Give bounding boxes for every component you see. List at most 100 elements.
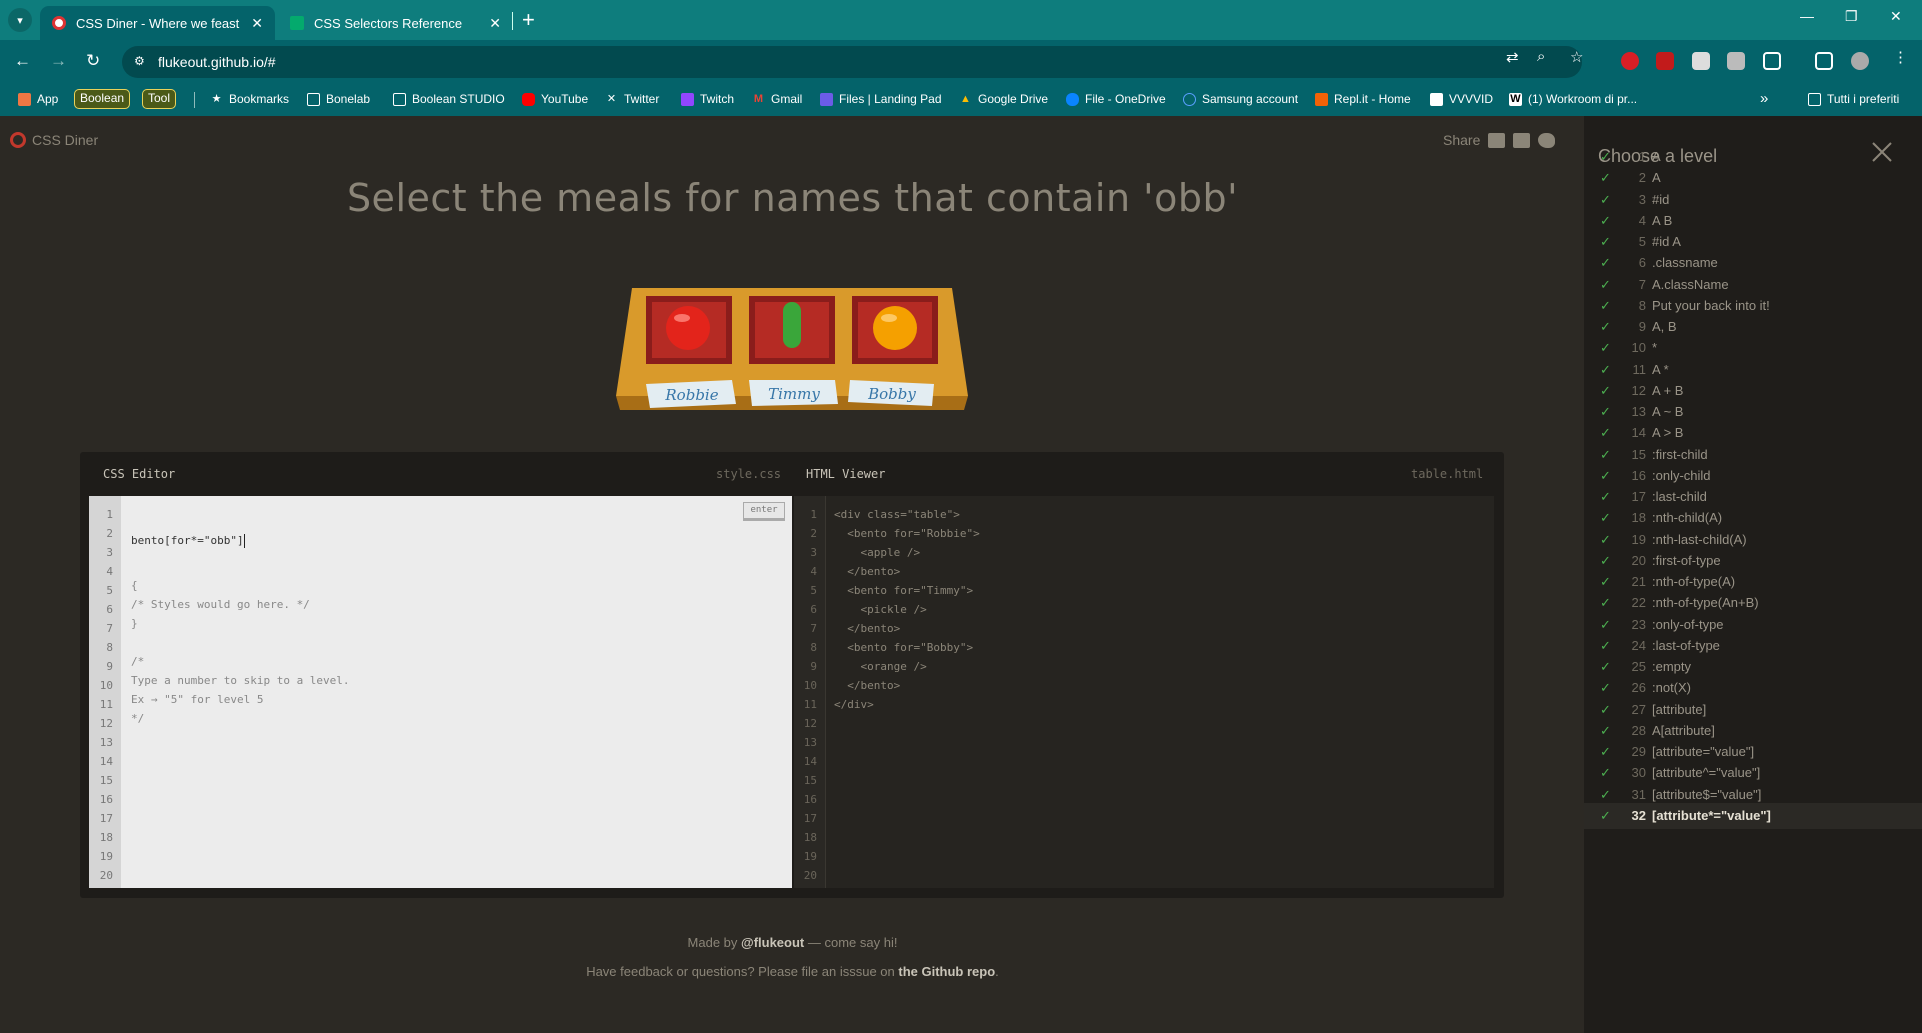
- side-panel-icon[interactable]: [1815, 52, 1833, 70]
- bookmark-item[interactable]: Repl.it - Home: [1315, 92, 1411, 106]
- bookmark-item[interactable]: W (1) Workroom di pr...: [1509, 92, 1637, 106]
- zoom-icon[interactable]: ⌕: [1537, 48, 1545, 65]
- bookmark-item[interactable]: YouTube: [522, 92, 588, 106]
- html-viewer[interactable]: 1 2 3 4 5 6 7 8 9 10 11 12 13 14 15 16 17 18 19 20 <div cla…: [794, 496, 1494, 888]
- github-repo-link[interactable]: the Github repo: [898, 964, 995, 979]
- menu-kebab-icon[interactable]: ⋮: [1893, 48, 1908, 66]
- bookmark-label: Samsung account: [1202, 92, 1299, 106]
- line-number: 7: [106, 622, 113, 635]
- bookmark-item[interactable]: File - OneDrive: [1066, 92, 1166, 106]
- site-info-icon[interactable]: ⚙: [134, 54, 150, 70]
- code-line: </div>: [834, 698, 874, 711]
- extension-glasses-icon[interactable]: [1692, 52, 1710, 70]
- files-landing-pad-icon: [820, 92, 833, 106]
- css-code: bento[for*="obb"] {/* Styles would go he…: [131, 505, 350, 725]
- line-number: 7: [810, 622, 817, 635]
- bookmark-item[interactable]: Twitch: [681, 92, 734, 106]
- minimize-icon[interactable]: —: [1800, 8, 1814, 24]
- extension-adblock-icon[interactable]: [1621, 52, 1639, 70]
- bookmark-label: Bookmarks: [229, 92, 290, 106]
- level-item-32[interactable]: ✓ 32 [attribute*="value"]: [1584, 802, 1922, 829]
- line-number: 18: [803, 831, 817, 844]
- bookmark-item[interactable]: VVVVID: [1430, 92, 1493, 106]
- line-number: 1: [810, 508, 817, 521]
- pickle[interactable]: [783, 302, 801, 348]
- bookmark-item[interactable]: ▲ Google Drive: [959, 92, 1048, 106]
- apple[interactable]: [666, 306, 710, 350]
- code-line: <bento for="Timmy">: [834, 584, 974, 597]
- close-tab-icon[interactable]: ✕: [251, 15, 263, 32]
- checkmark-icon: ✓: [1600, 807, 1611, 823]
- bookmarks-overflow-button[interactable]: »: [1760, 90, 1768, 107]
- code-line: <apple />: [834, 546, 921, 559]
- tab-css-diner[interactable]: CSS Diner - Where we feast on ✕: [40, 6, 275, 40]
- line-number: 9: [810, 660, 817, 673]
- tab-css-selectors-reference[interactable]: CSS Selectors Reference ✕: [278, 6, 513, 40]
- replit-icon: [1315, 92, 1328, 106]
- line-numbers: 1 2 3 4 5 6 7 8 9 10 11 12 13 14 15 16 17 18 19 20: [89, 496, 121, 888]
- email-share-icon[interactable]: [1488, 132, 1506, 148]
- bookmark-label: VVVVID: [1449, 92, 1494, 106]
- extension-photo-icon[interactable]: [1727, 52, 1745, 70]
- bookmark-item[interactable]: M Gmail: [752, 92, 802, 106]
- translate-icon[interactable]: ⇄: [1506, 48, 1519, 66]
- x-twitter-icon: ✕: [606, 92, 617, 105]
- samsung-account-icon: [1183, 92, 1196, 106]
- bookmark-label: Twitch: [700, 92, 735, 106]
- line-numbers: 1 2 3 4 5 6 7 8 9 10 11 12 13 14 15 16 17 18 19 20: [794, 496, 826, 888]
- restore-icon[interactable]: ❐: [1845, 8, 1858, 25]
- all-bookmarks-folder[interactable]: Tutti i preferiti: [1808, 92, 1899, 106]
- bookmark-item[interactable]: Samsung account: [1183, 92, 1298, 106]
- reload-icon[interactable]: ↻: [86, 51, 100, 71]
- line-number: 2: [810, 527, 817, 540]
- orange[interactable]: [873, 306, 917, 350]
- bookmark-label: Google Drive: [978, 92, 1049, 106]
- close-window-icon[interactable]: ✕: [1890, 8, 1902, 25]
- line-number: 11: [99, 698, 113, 711]
- new-tab-button[interactable]: +: [522, 8, 535, 32]
- line-number: 12: [99, 717, 113, 730]
- twitter-share-icon[interactable]: [1538, 132, 1556, 148]
- bookmark-item[interactable]: Bonelab: [307, 92, 370, 106]
- workroom-icon: W: [1509, 92, 1522, 106]
- line-number: 16: [99, 793, 113, 806]
- share-bar: Share: [1443, 132, 1556, 148]
- extensions-puzzle-icon[interactable]: [1763, 52, 1781, 70]
- back-icon[interactable]: ←: [14, 51, 31, 71]
- tab-search-button[interactable]: ▾: [8, 8, 32, 32]
- tab-divider: [512, 12, 513, 30]
- enter-button[interactable]: enter: [743, 502, 785, 521]
- bookmark-item[interactable]: Boolean STUDIO: [393, 92, 505, 106]
- bookmark-chip-tool[interactable]: Tool: [142, 89, 177, 109]
- css-editor[interactable]: 1 2 3 4 5 6 7 8 9 10 11 12 13 14 15 16 17 18 19 20 bento[fo…: [89, 496, 792, 888]
- code-line: </bento>: [834, 565, 901, 578]
- bookmark-label: Gmail: [771, 92, 803, 106]
- css-diner-logo[interactable]: CSS Diner: [10, 132, 98, 148]
- bookmark-item[interactable]: Files | Landing Pad: [820, 92, 942, 106]
- credits: Made by @flukeout — come say hi! Have fe…: [300, 928, 1285, 986]
- line-number: 16: [803, 793, 817, 806]
- forward-icon[interactable]: →: [50, 51, 67, 71]
- address-bar[interactable]: ⚙ flukeout.github.io/#: [122, 46, 1582, 78]
- profile-avatar[interactable]: [1851, 52, 1869, 70]
- folder-icon: [1808, 92, 1821, 106]
- line-number: 11: [803, 698, 817, 711]
- code-line: <pickle />: [834, 603, 927, 616]
- extension-red-icon[interactable]: [1656, 52, 1674, 70]
- bookmark-label: File - OneDrive: [1085, 92, 1166, 106]
- logo-text: CSS Diner: [32, 132, 99, 148]
- star-icon: ★: [211, 92, 222, 105]
- author-link[interactable]: @flukeout: [741, 935, 804, 950]
- line-number: 13: [803, 736, 817, 749]
- facebook-share-icon[interactable]: [1513, 132, 1531, 148]
- bookmark-item[interactable]: ✕ Twitter: [605, 92, 659, 106]
- close-tab-icon[interactable]: ✕: [489, 15, 501, 32]
- line-number: 6: [810, 603, 817, 616]
- bookmark-star-icon[interactable]: ☆: [1570, 48, 1583, 66]
- bookmark-chip-boolean[interactable]: Boolean: [74, 89, 131, 109]
- code-line: */: [131, 712, 145, 725]
- css-input[interactable]: bento[for*="obb"]: [131, 534, 244, 547]
- bookmark-item[interactable]: ★ Bookmarks: [210, 92, 289, 106]
- html-code[interactable]: <div class="table"> <bento for="Robbie">…: [834, 505, 980, 714]
- apps-bookmark[interactable]: App: [18, 92, 58, 106]
